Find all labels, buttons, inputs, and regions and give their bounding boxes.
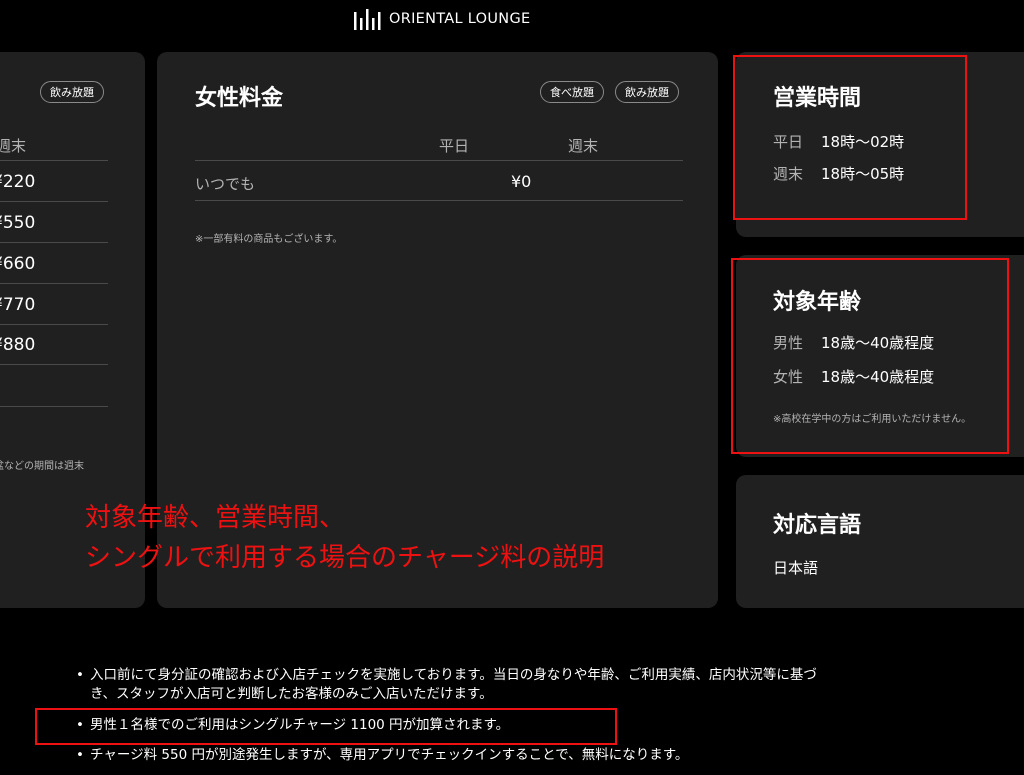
entry-check-note: 入口前にて身分証の確認および入店チェックを実施しております。当日の身なりや年齢、…: [90, 667, 817, 702]
price-cell: ¥550: [0, 213, 36, 233]
weekend-column-header: 週末: [568, 137, 599, 155]
bullet-icon: •: [76, 717, 84, 733]
highlight-target-age: [731, 258, 1009, 454]
all-you-can-drink-badge: 飲み放題: [40, 81, 104, 103]
divider: [0, 201, 108, 202]
female-price-value: ¥0: [511, 172, 532, 191]
divider: [0, 242, 108, 243]
season-note: 盆などの期間は週末: [0, 461, 84, 472]
all-you-can-eat-badge: 食べ放題: [540, 81, 604, 103]
header: ORIENTAL LOUNGE: [0, 0, 1024, 44]
divider: [0, 364, 108, 365]
brand-name[interactable]: ORIENTAL LOUNGE: [389, 11, 530, 27]
divider: [0, 406, 108, 407]
divider: [0, 160, 108, 161]
brand-logo-icon: [354, 9, 381, 30]
weekend-column-header: 週末: [0, 137, 27, 155]
annotation-line-1: 対象年齢、営業時間、: [85, 503, 346, 533]
supported-language-title: 対応言語: [773, 513, 862, 538]
highlight-business-hours: [733, 55, 967, 220]
single-charge-note: 男性１名様でのご利用はシングルチャージ 1100 円が加算されます。: [90, 717, 510, 733]
divider: [0, 324, 108, 325]
list-item: • チャージ料 550 円が別途発生しますが、専用アプリでチェックインすることで…: [76, 746, 689, 765]
price-cell: ¥660: [0, 254, 36, 274]
annotation-line-2: シングルで利用する場合のチャージ料の説明: [85, 543, 605, 573]
weekday-column-header: 平日: [439, 137, 470, 155]
price-cell: ¥220: [0, 172, 36, 192]
charge-fee-note: チャージ料 550 円が別途発生しますが、専用アプリでチェックインすることで、無…: [90, 747, 689, 763]
bullet-icon: •: [76, 747, 84, 763]
bullet-icon: •: [76, 667, 84, 683]
list-item: • 男性１名様でのご利用はシングルチャージ 1100 円が加算されます。: [76, 716, 510, 735]
divider: [0, 283, 108, 284]
language-value: 日本語: [773, 559, 819, 577]
anytime-label: いつでも: [195, 175, 256, 193]
all-you-can-drink-badge: 飲み放題: [615, 81, 679, 103]
list-item: • 入口前にて身分証の確認および入店チェックを実施しております。当日の身なりや年…: [76, 666, 820, 704]
divider: [195, 160, 683, 161]
divider: [195, 200, 683, 201]
female-price-title: 女性料金: [195, 86, 284, 111]
price-cell: ¥770: [0, 295, 36, 315]
price-cell: ¥880: [0, 335, 36, 355]
supported-language-card: 対応言語 日本語: [736, 475, 1024, 608]
paid-items-note: ※一部有料の商品もございます。: [195, 234, 343, 245]
